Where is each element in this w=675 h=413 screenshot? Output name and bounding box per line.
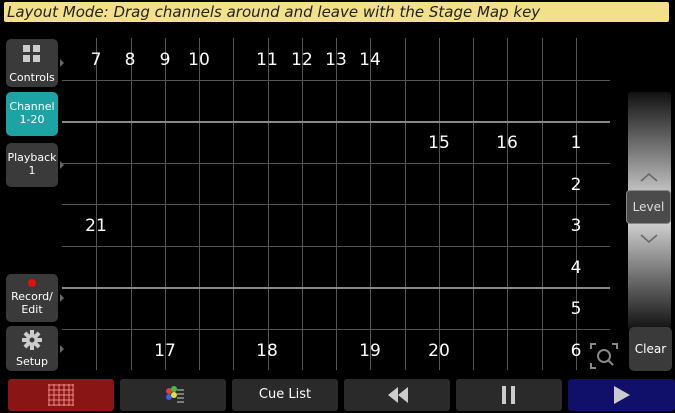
record-label: Record/: [11, 290, 53, 303]
pause-icon: [502, 386, 515, 404]
zoom-fit-icon[interactable]: [590, 343, 618, 369]
channel-13[interactable]: 13: [325, 51, 347, 69]
grid-squares-icon: [23, 45, 40, 62]
level-label: Level: [626, 190, 671, 224]
rewind-button[interactable]: [344, 379, 450, 411]
playback-label: Playback: [7, 151, 57, 164]
grid-row-line: [62, 246, 610, 247]
setup-label: Setup: [15, 355, 49, 368]
playback-button[interactable]: Playback 1: [6, 143, 64, 187]
cue-list-label: Cue List: [258, 387, 312, 402]
rewind-icon: [388, 387, 408, 403]
grid-row-line: [62, 329, 610, 330]
grid-icon: [48, 384, 74, 406]
grid-row-line: [62, 287, 610, 289]
channel-12[interactable]: 12: [291, 51, 313, 69]
channel-18[interactable]: 18: [256, 342, 278, 360]
grid-row-line: [62, 80, 610, 81]
cue-list-button[interactable]: Cue List: [232, 379, 338, 411]
setup-button[interactable]: Setup: [6, 326, 64, 371]
caret-up-icon: [640, 173, 658, 182]
channel-7[interactable]: 7: [91, 51, 102, 69]
channel-20[interactable]: 20: [428, 342, 450, 360]
channel-5[interactable]: 5: [571, 300, 582, 318]
clear-button[interactable]: Clear: [629, 327, 672, 371]
record-dot-icon: [28, 279, 36, 287]
channel-layout-grid[interactable]: 7 8 9 10 11 12 13 14 15 16 1 2 21 3 4 5 17 18 19 20 6: [62, 38, 610, 370]
pause-button[interactable]: [456, 379, 562, 411]
channel-9[interactable]: 9: [160, 51, 171, 69]
bottom-toolbar: Cue List: [0, 379, 675, 413]
layout-mode-banner: Layout Mode: Drag channels around and le…: [4, 2, 669, 22]
channel-11[interactable]: 11: [256, 51, 278, 69]
channel-label: Channel: [9, 100, 55, 113]
channel-17[interactable]: 17: [154, 342, 176, 360]
channel-14[interactable]: 14: [359, 51, 381, 69]
channel-3[interactable]: 3: [571, 217, 582, 235]
channel-19[interactable]: 19: [359, 342, 381, 360]
grid-row-line: [62, 204, 610, 205]
channel-8[interactable]: 8: [125, 51, 136, 69]
channel-6[interactable]: 6: [571, 342, 582, 360]
channel-21[interactable]: 21: [85, 217, 107, 235]
level-fader[interactable]: Level: [626, 92, 671, 330]
channel-1[interactable]: 1: [571, 134, 582, 152]
caret-down-icon: [640, 234, 658, 243]
controls-button[interactable]: Controls: [6, 39, 64, 87]
edit-label: Edit: [21, 303, 43, 316]
record-edit-button[interactable]: Record/ Edit: [6, 274, 64, 322]
color-picker-button[interactable]: [120, 379, 226, 411]
channel-10[interactable]: 10: [188, 51, 210, 69]
gear-icon: [22, 330, 42, 350]
play-button[interactable]: [568, 379, 675, 411]
controls-label: Controls: [9, 71, 55, 84]
grid-view-button[interactable]: [8, 379, 114, 411]
channel-range: 1-20: [19, 113, 45, 126]
color-palette-icon: [166, 386, 184, 403]
channel-15[interactable]: 15: [428, 134, 450, 152]
channel-16[interactable]: 16: [496, 134, 518, 152]
play-icon: [614, 386, 630, 404]
grid-row-line: [62, 121, 610, 123]
grid-row-line: [62, 163, 610, 164]
channel-tab[interactable]: Channel 1-20: [6, 92, 58, 136]
channel-4[interactable]: 4: [571, 259, 582, 277]
channel-2[interactable]: 2: [571, 176, 582, 194]
playback-number: 1: [28, 164, 36, 177]
